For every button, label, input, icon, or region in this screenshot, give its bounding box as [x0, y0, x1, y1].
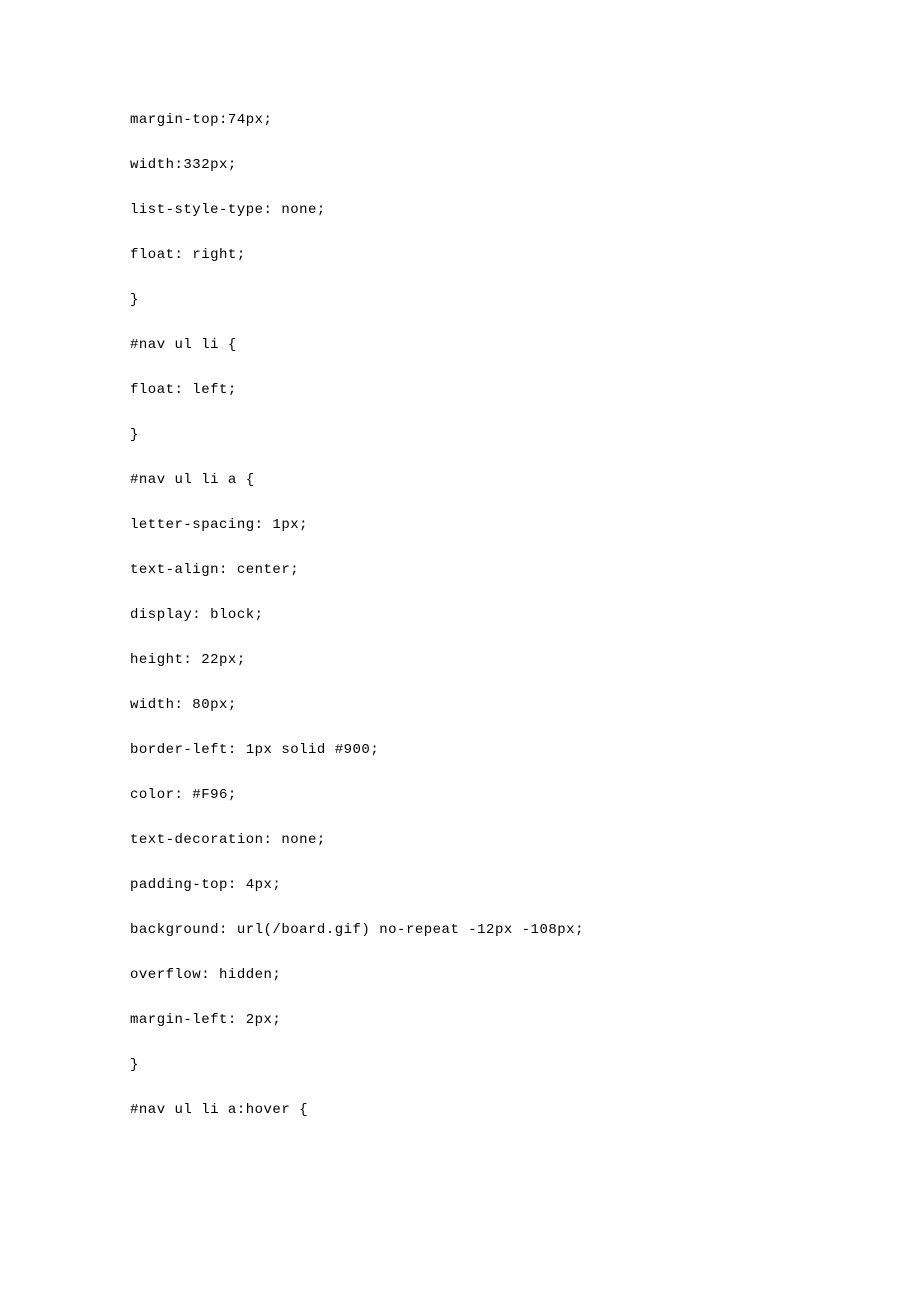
code-line: }: [130, 1055, 790, 1076]
code-line: }: [130, 290, 790, 311]
code-line: }: [130, 425, 790, 446]
code-line: text-decoration: none;: [130, 830, 790, 851]
code-line: border-left: 1px solid #900;: [130, 740, 790, 761]
code-block: margin-top:74px; width:332px; list-style…: [130, 110, 790, 1121]
code-line: letter-spacing: 1px;: [130, 515, 790, 536]
code-line: display: block;: [130, 605, 790, 626]
code-line: width: 80px;: [130, 695, 790, 716]
code-line: #nav ul li a:hover {: [130, 1100, 790, 1121]
code-line: float: right;: [130, 245, 790, 266]
code-line: margin-top:74px;: [130, 110, 790, 131]
code-line: list-style-type: none;: [130, 200, 790, 221]
code-line: padding-top: 4px;: [130, 875, 790, 896]
code-line: width:332px;: [130, 155, 790, 176]
code-line: background: url(/board.gif) no-repeat -1…: [130, 920, 790, 941]
code-line: #nav ul li a {: [130, 470, 790, 491]
code-line: margin-left: 2px;: [130, 1010, 790, 1031]
code-line: color: #F96;: [130, 785, 790, 806]
code-line: height: 22px;: [130, 650, 790, 671]
code-line: #nav ul li {: [130, 335, 790, 356]
code-line: overflow: hidden;: [130, 965, 790, 986]
code-line: float: left;: [130, 380, 790, 401]
code-line: text-align: center;: [130, 560, 790, 581]
